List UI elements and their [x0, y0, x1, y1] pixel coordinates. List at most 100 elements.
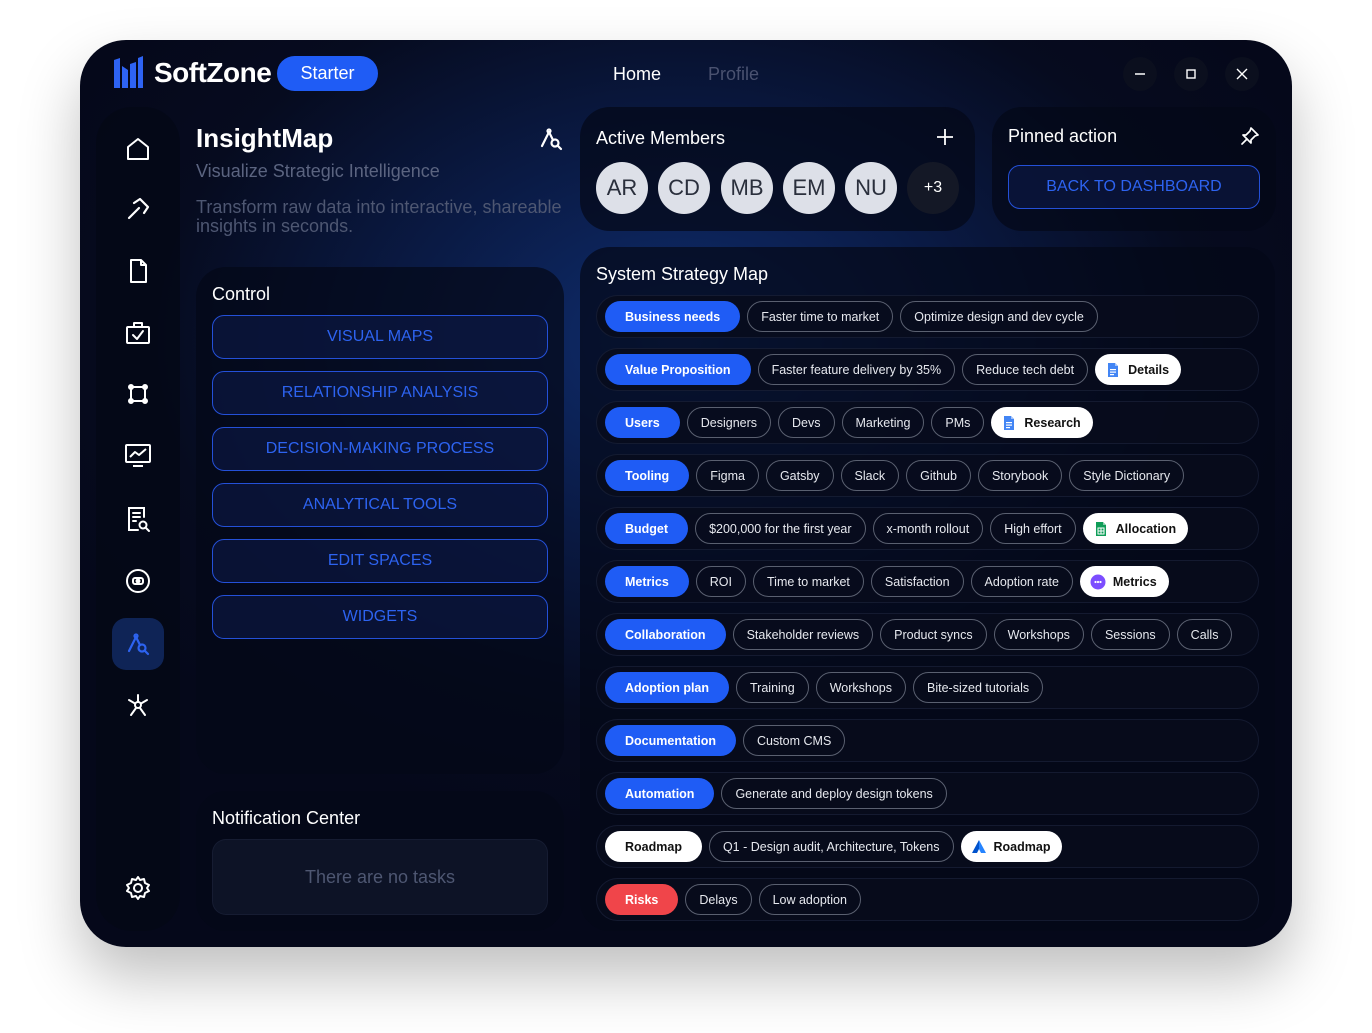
strategy-row-budget: Budget $200,000 for the first year x-month…	[596, 507, 1259, 550]
tag-chip[interactable]: Faster time to market	[747, 301, 894, 332]
link-chip-details[interactable]: Details	[1095, 354, 1182, 385]
tag-chip[interactable]: Training	[736, 672, 809, 703]
sidebar-item-frames[interactable]	[112, 368, 164, 420]
document-icon	[130, 259, 147, 283]
page-subtitle: Visualize Strategic Intelligence	[196, 161, 440, 181]
analytical-tools-button[interactable]: ANALYTICAL TOOLS	[212, 483, 548, 527]
tag-chip[interactable]: Sessions	[1090, 619, 1170, 650]
category-chip[interactable]: Risks	[605, 884, 679, 915]
decision-making-process-button[interactable]: DECISION-MAKING PROCESS	[212, 427, 548, 471]
report-search-icon	[128, 507, 150, 532]
sidebar-item-monitor[interactable]	[112, 429, 164, 481]
tag-chip[interactable]: Workshops	[993, 619, 1084, 650]
category-chip[interactable]: Documentation	[605, 725, 736, 756]
close-button[interactable]	[1225, 57, 1259, 91]
briefcase-check-icon	[126, 322, 150, 344]
tag-chip[interactable]: Satisfaction	[870, 566, 964, 597]
avatar[interactable]: EM	[783, 162, 835, 214]
strategy-row-adoption-plan: Adoption plan Training Workshops Bite-sized…	[596, 666, 1259, 709]
category-chip[interactable]: Automation	[605, 778, 715, 809]
tag-chip[interactable]: Faster feature delivery by 35%	[757, 354, 956, 385]
tag-chip[interactable]: PMs	[931, 407, 985, 438]
link-chip-allocation[interactable]: Allocation	[1082, 513, 1189, 544]
tag-chip[interactable]: High effort	[990, 513, 1076, 544]
tag-chip[interactable]: x-month rollout	[872, 513, 984, 544]
tag-chip[interactable]: Reduce tech debt	[962, 354, 1089, 385]
sidebar-item-security[interactable]	[112, 555, 164, 607]
tag-chip[interactable]: Adoption rate	[970, 566, 1073, 597]
tag-chip[interactable]: Generate and deploy design tokens	[721, 778, 947, 809]
avatar[interactable]: MB	[721, 162, 773, 214]
sidebar-item-documents[interactable]	[112, 245, 164, 297]
maximize-button[interactable]	[1174, 57, 1208, 91]
sidebar-item-settings[interactable]	[112, 862, 164, 914]
tag-chip[interactable]: $200,000 for the first year	[695, 513, 866, 544]
category-chip[interactable]: Value Proposition	[605, 354, 751, 385]
avatar[interactable]: NU	[845, 162, 897, 214]
category-chip[interactable]: Adoption plan	[605, 672, 730, 703]
sidebar-item-reports[interactable]	[112, 493, 164, 545]
category-chip[interactable]: Business needs	[605, 301, 741, 332]
tag-chip[interactable]: Style Dictionary	[1069, 460, 1185, 491]
pin-icon[interactable]	[1240, 126, 1260, 146]
tag-chip[interactable]: Marketing	[841, 407, 925, 438]
strategy-row-automation: Automation Generate and deploy design tok…	[596, 772, 1259, 815]
plan-badge-button[interactable]: Starter	[277, 56, 378, 91]
more-members-badge[interactable]: +3	[907, 162, 959, 214]
strategy-row-risks: Risks Delays Low adoption	[596, 878, 1259, 921]
visual-maps-button[interactable]: VISUAL MAPS	[212, 315, 548, 359]
link-chip-roadmap[interactable]: Roadmap	[960, 831, 1063, 862]
tag-chip[interactable]: Workshops	[815, 672, 907, 703]
nav-profile[interactable]: Profile	[708, 64, 759, 85]
category-chip[interactable]: Metrics	[605, 566, 689, 597]
category-chip[interactable]: Collaboration	[605, 619, 726, 650]
nav-home[interactable]: Home	[613, 64, 661, 85]
sidebar-item-insight-map[interactable]	[112, 618, 164, 670]
sidebar-item-home[interactable]	[112, 123, 164, 175]
sidebar-item-tasks[interactable]	[112, 307, 164, 359]
google-sheets-icon	[1093, 521, 1116, 537]
tag-chip[interactable]: Q1 - Design audit, Architecture, Tokens	[708, 831, 954, 862]
control-title: Control	[212, 284, 271, 304]
sidebar-item-tools[interactable]	[112, 183, 164, 235]
tag-chip[interactable]: Storybook	[977, 460, 1063, 491]
widgets-button[interactable]: WIDGETS	[212, 595, 548, 639]
sidebar-item-network[interactable]	[112, 679, 164, 731]
edit-spaces-button[interactable]: EDIT SPACES	[212, 539, 548, 583]
tag-chip[interactable]: Designers	[686, 407, 772, 438]
tag-chip[interactable]: Delays	[685, 884, 752, 915]
category-chip[interactable]: Tooling	[605, 460, 690, 491]
relationship-analysis-button[interactable]: RELATIONSHIP ANALYSIS	[212, 371, 548, 415]
tag-chip[interactable]: Bite-sized tutorials	[913, 672, 1044, 703]
tag-chip[interactable]: Github	[906, 460, 971, 491]
link-chip-research[interactable]: Research	[991, 407, 1093, 438]
strategy-row-tooling: Tooling Figma Gatsby Slack Github Storybook St…	[596, 454, 1259, 497]
notification-center: Notification Center There are no tasks	[196, 791, 564, 931]
avatar[interactable]: CD	[658, 162, 710, 214]
category-chip[interactable]: Users	[605, 407, 680, 438]
tag-chip[interactable]: Time to market	[753, 566, 864, 597]
home-icon	[127, 138, 149, 160]
active-members-panel: Active Members AR CD MB EM NU +3	[580, 107, 975, 231]
tag-chip[interactable]: Low adoption	[758, 884, 861, 915]
tag-chip[interactable]: ROI	[695, 566, 747, 597]
minimize-button[interactable]	[1123, 57, 1157, 91]
tag-chip[interactable]: Custom CMS	[742, 725, 846, 756]
category-chip[interactable]: Roadmap	[605, 831, 702, 862]
tag-chip[interactable]: Gatsby	[765, 460, 834, 491]
category-chip[interactable]: Budget	[605, 513, 689, 544]
tag-chip[interactable]: Product syncs	[880, 619, 987, 650]
settings-icon	[126, 876, 150, 900]
tag-chip[interactable]: Stakeholder reviews	[732, 619, 874, 650]
link-chip-metrics[interactable]: Metrics	[1079, 566, 1169, 597]
tag-chip[interactable]: Calls	[1176, 619, 1233, 650]
tag-chip[interactable]: Figma	[696, 460, 759, 491]
add-member-icon[interactable]	[936, 128, 954, 146]
tag-chip[interactable]: Devs	[778, 407, 835, 438]
avatar[interactable]: AR	[596, 162, 648, 214]
tag-chip[interactable]: Optimize design and dev cycle	[900, 301, 1098, 332]
tag-chip[interactable]: Slack	[840, 460, 900, 491]
back-to-dashboard-button[interactable]: BACK TO DASHBOARD	[1008, 165, 1260, 209]
pinned-action-panel: Pinned action BACK TO DASHBOARD	[992, 107, 1276, 231]
page-title: InsightMap	[196, 123, 334, 153]
